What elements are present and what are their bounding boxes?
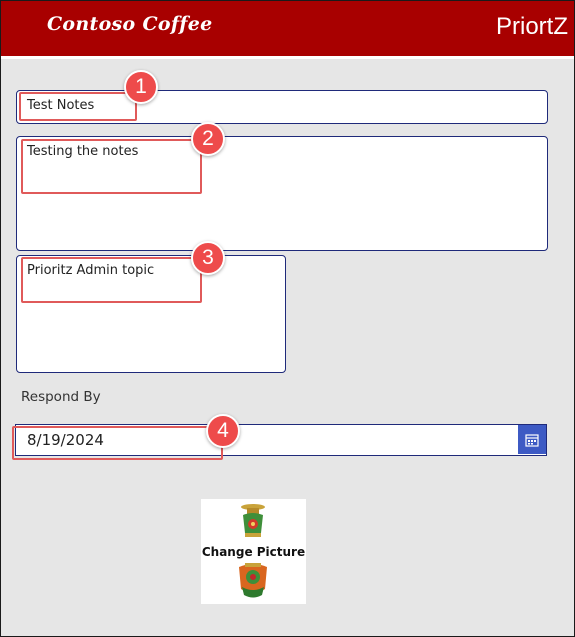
callout-box-2 — [21, 139, 202, 194]
callout-badge-4: 4 — [206, 414, 240, 448]
change-picture-button[interactable]: Change Picture — [201, 499, 306, 604]
calendar-icon — [525, 433, 539, 447]
callout-badge-3: 3 — [191, 241, 225, 275]
app-header: Contoso Coffee PriortZ — [1, 1, 574, 59]
calendar-button[interactable] — [518, 425, 546, 454]
callout-badge-1: 1 — [124, 70, 158, 104]
callout-box-4 — [12, 426, 223, 460]
brand-logo: Contoso Coffee — [47, 13, 213, 35]
page-title: PriortZ — [496, 13, 568, 40]
callout-box-1 — [19, 92, 137, 121]
callout-badge-2: 2 — [191, 122, 225, 156]
respond-by-label: Respond By — [21, 389, 101, 405]
callout-box-3 — [21, 257, 202, 303]
change-picture-label: Change Picture — [201, 545, 306, 559]
app-frame: Contoso Coffee PriortZ Test Notes Testin… — [0, 0, 575, 637]
